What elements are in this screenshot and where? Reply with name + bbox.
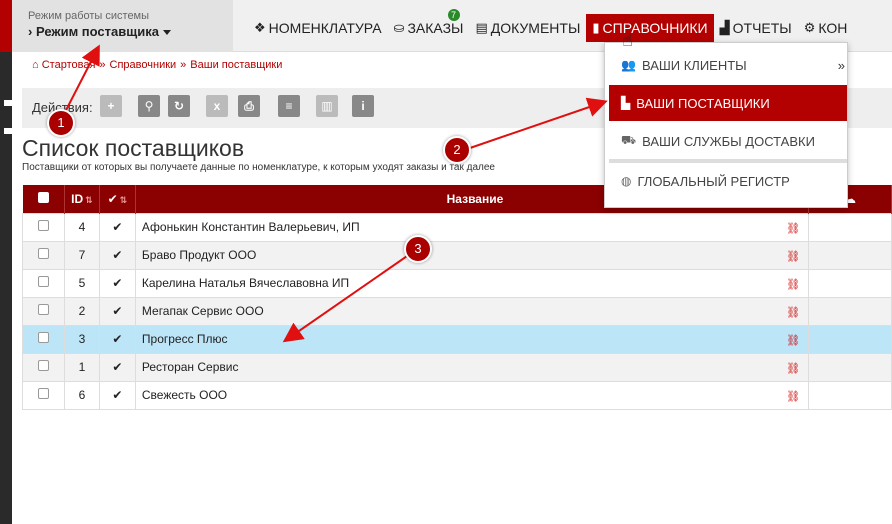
arrow-1	[61, 44, 100, 119]
annotation-marker-1: 1	[47, 109, 75, 137]
annotation-marker-2: 2	[443, 136, 471, 164]
arrow-3	[282, 253, 411, 343]
annotation-arrows	[61, 44, 608, 343]
hand-cursor-icon: ☝	[622, 30, 633, 50]
annotation-marker-3: 3	[404, 235, 432, 263]
arrow-2	[469, 97, 608, 149]
